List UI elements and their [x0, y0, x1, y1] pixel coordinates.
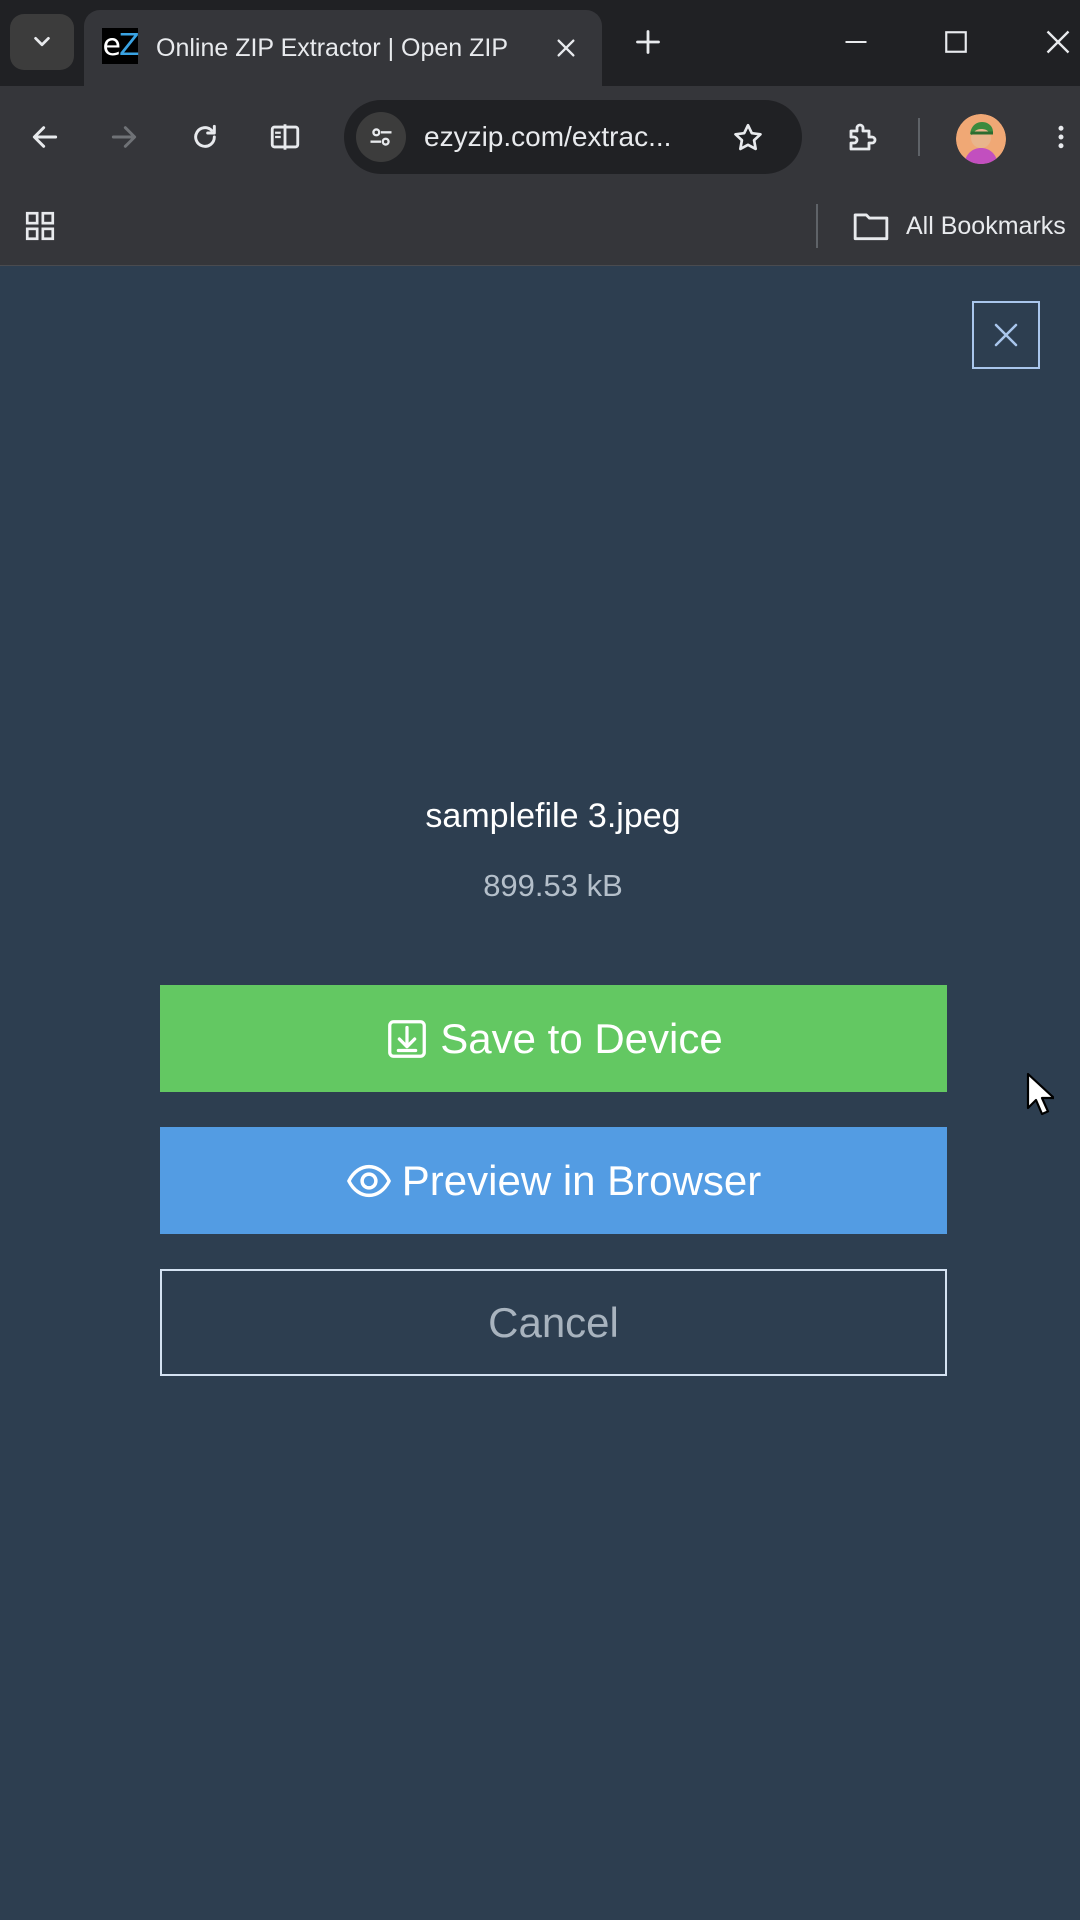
active-tab[interactable]: eZ Online ZIP Extractor | Open ZIP — [84, 10, 602, 86]
mouse-pointer-icon — [1026, 1072, 1054, 1116]
browser-menu-button[interactable] — [1036, 112, 1080, 162]
navigation-toolbar: ezyzip.com/extrac... — [0, 86, 1080, 188]
more-vertical-icon — [1046, 122, 1076, 152]
back-button[interactable] — [20, 112, 70, 162]
modal-close-button[interactable] — [972, 301, 1040, 369]
maximize-button[interactable] — [934, 20, 978, 64]
split-view-button[interactable] — [260, 112, 310, 162]
save-to-device-button[interactable]: Save to Device — [160, 985, 947, 1092]
cancel-button-label: Cancel — [488, 1298, 619, 1346]
save-button-label: Save to Device — [440, 1014, 723, 1062]
eye-icon — [346, 1158, 392, 1204]
reload-button[interactable] — [180, 112, 230, 162]
close-icon — [991, 320, 1021, 350]
bookmarks-bar: All Bookmarks — [0, 188, 1080, 266]
tab-close-button[interactable] — [550, 32, 582, 64]
bookmark-star-button[interactable] — [728, 118, 768, 158]
forward-button[interactable] — [99, 112, 149, 162]
apps-button[interactable] — [20, 206, 60, 246]
chevron-down-icon — [31, 31, 53, 53]
site-info-button[interactable] — [356, 112, 406, 162]
preview-button-label: Preview in Browser — [401, 1156, 762, 1204]
all-bookmarks-button[interactable]: All Bookmarks — [852, 204, 1066, 248]
preview-in-browser-button[interactable]: Preview in Browser — [160, 1127, 947, 1234]
download-icon — [384, 1016, 430, 1062]
address-bar[interactable]: ezyzip.com/extrac... — [344, 100, 802, 174]
folder-icon — [852, 210, 890, 242]
tune-icon — [367, 123, 395, 151]
plus-icon — [634, 28, 662, 56]
profile-avatar[interactable] — [956, 114, 1006, 164]
cancel-button[interactable]: Cancel — [160, 1269, 947, 1376]
apps-grid-icon — [23, 209, 57, 243]
split-view-icon — [268, 120, 302, 154]
arrow-right-icon — [108, 121, 140, 153]
file-size: 899.53 kB — [483, 868, 623, 903]
url-text[interactable]: ezyzip.com/extrac... — [424, 118, 724, 156]
toolbar-divider — [918, 118, 920, 156]
arrow-left-icon — [29, 121, 61, 153]
tab-strip: eZ Online ZIP Extractor | Open ZIP — [0, 0, 1080, 86]
puzzle-icon — [845, 119, 881, 155]
bookmarks-divider — [816, 204, 818, 248]
close-icon — [555, 37, 577, 59]
extensions-button[interactable] — [838, 112, 888, 162]
maximize-icon — [943, 29, 969, 55]
close-window-button[interactable] — [1036, 20, 1080, 64]
download-modal: samplefile 3.jpeg 899.53 kB Save to Devi… — [0, 266, 1080, 1920]
all-bookmarks-label: All Bookmarks — [906, 211, 1066, 240]
ezyzip-favicon: eZ — [102, 28, 139, 64]
new-tab-button[interactable] — [630, 24, 666, 60]
tab-title: Online ZIP Extractor | Open ZIP — [156, 34, 509, 62]
close-icon — [1044, 28, 1072, 56]
reload-icon — [189, 121, 221, 153]
browser-chrome: eZ Online ZIP Extractor | Open ZIP ezyzi… — [0, 0, 1080, 266]
star-icon — [731, 121, 765, 155]
minimize-icon — [842, 28, 870, 56]
file-name: samplefile 3.jpeg — [425, 797, 681, 835]
tab-search-button[interactable] — [10, 14, 74, 70]
minimize-button[interactable] — [834, 20, 878, 64]
